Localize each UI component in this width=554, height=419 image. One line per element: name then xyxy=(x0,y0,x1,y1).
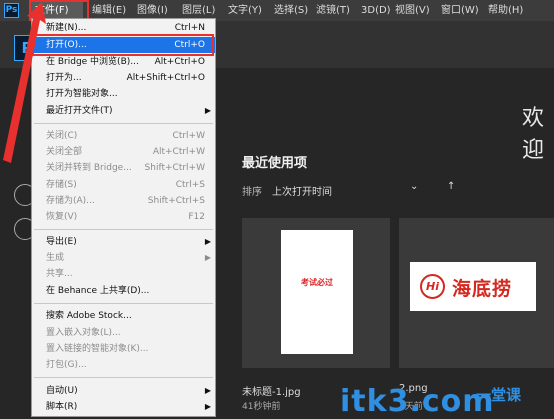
menu-divider xyxy=(34,123,213,124)
recent-files-title: 最近使用项 xyxy=(242,156,308,171)
file-time: 41秒钟前 xyxy=(242,402,281,412)
menu-window[interactable]: 窗口(W) xyxy=(441,0,479,21)
sort-dropdown[interactable]: 上次打开时间 xyxy=(272,183,332,198)
menu-item-save-as[interactable]: 存储为(A)... Shift+Ctrl+S xyxy=(32,193,215,209)
watermark-text: itk3.com xyxy=(340,384,495,419)
menu-divider xyxy=(34,303,213,304)
menu-item-place-linked[interactable]: 置入链接的智能对象(K)... xyxy=(32,341,215,357)
menu-select[interactable]: 选择(S) xyxy=(274,0,308,21)
thumbnail-text: 考试必过 xyxy=(301,278,333,287)
sort-label: 排序 xyxy=(242,187,262,198)
welcome-heading: 欢迎 xyxy=(522,106,545,163)
menu-item-place-embedded[interactable]: 置入嵌入对象(L)... xyxy=(32,325,215,341)
menu-item-save[interactable]: 存储(S) Ctrl+S xyxy=(32,177,215,193)
menu-item-automate[interactable]: 自动(U) ▶ xyxy=(32,383,215,399)
menu-help[interactable]: 帮助(H) xyxy=(488,0,523,21)
sort-direction-icon[interactable]: ↑ xyxy=(447,181,455,192)
menu-item-share-behance[interactable]: 在 Behance 上共享(D)... xyxy=(32,283,215,299)
menu-item-share[interactable]: 共享... xyxy=(32,266,215,282)
submenu-arrow-icon: ▶ xyxy=(204,402,211,411)
file-thumbnail: 考试必过 xyxy=(281,230,353,354)
menu-divider xyxy=(34,229,213,230)
thumbnail-text: 海底捞 xyxy=(452,278,513,300)
submenu-arrow-icon: ▶ xyxy=(204,386,211,395)
menu-filter[interactable]: 滤镜(T) xyxy=(316,0,350,21)
menu-item-adobe-stock[interactable]: 搜索 Adobe Stock... xyxy=(32,308,215,324)
file-thumbnail: Hi 海底捞 xyxy=(410,262,536,311)
submenu-arrow-icon: ▶ xyxy=(204,253,211,262)
menu-item-generate[interactable]: 生成 ▶ xyxy=(32,250,215,266)
annotation-arrow-icon xyxy=(3,2,46,163)
menu-item-scripts[interactable]: 脚本(R) ▶ xyxy=(32,399,215,415)
menu-item-package[interactable]: 打包(G)... xyxy=(32,357,215,373)
menu-view[interactable]: 视图(V) xyxy=(395,0,430,21)
watermark-cn-text: 一堂课 xyxy=(476,386,522,404)
submenu-arrow-icon: ▶ xyxy=(204,237,211,246)
menu-item-revert[interactable]: 恢复(V) F12 xyxy=(32,209,215,225)
menu-3d[interactable]: 3D(D) xyxy=(361,0,391,21)
submenu-arrow-icon: ▶ xyxy=(204,106,211,115)
menu-item-export[interactable]: 导出(E) ▶ xyxy=(32,234,215,250)
menu-type[interactable]: 文字(Y) xyxy=(228,0,262,21)
chevron-down-icon[interactable]: ⌄ xyxy=(410,181,418,192)
menu-divider xyxy=(34,377,213,378)
brand-logo-icon: Hi xyxy=(420,274,445,299)
file-name[interactable]: 未标题-1.jpg xyxy=(242,383,301,398)
